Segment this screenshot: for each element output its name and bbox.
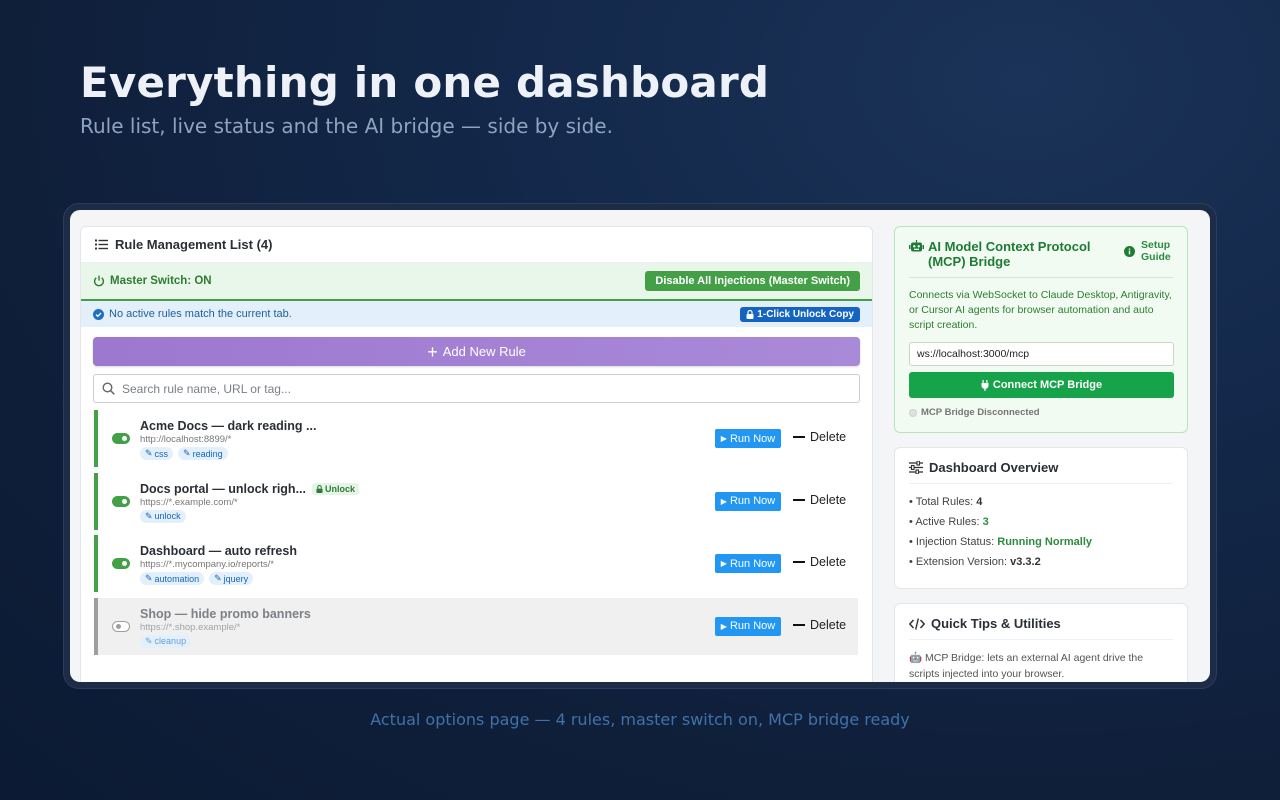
plug-icon (981, 379, 989, 391)
master-switch-bar: Master Switch: ON Disable All Injections… (81, 263, 872, 301)
code-icon (909, 617, 925, 630)
unlock-badge: Unlock (312, 482, 360, 495)
tag-icon: ✎ (145, 573, 153, 583)
add-rule-button[interactable]: + Add New Rule (93, 337, 860, 366)
mcp-description: Connects via WebSocket to Claude Desktop… (909, 289, 1172, 331)
options-page: Rule Management List (4) Master Switch: … (70, 210, 1210, 682)
list-icon (95, 239, 108, 250)
lock-icon (316, 484, 323, 493)
rule-url: https://*.example.com/* (140, 496, 238, 508)
mcp-title: AI Model Context Protocol (MCP) Bridge (928, 239, 1091, 269)
tag-badge: ✎ css (140, 447, 174, 460)
tag-badge: ✎ automation (140, 572, 205, 585)
rule-toggle[interactable] (112, 433, 130, 444)
check-circle-icon (93, 308, 104, 320)
rule-toggle[interactable] (112, 620, 130, 632)
rule-management-card: Rule Management List (4) Master Switch: … (80, 226, 873, 682)
minus-icon (793, 436, 805, 438)
run-now-button[interactable]: ▶ Run Now (715, 554, 781, 573)
power-icon (93, 275, 105, 287)
rule-toggle[interactable] (112, 495, 130, 507)
overview-stats: • Total Rules: 4 • Active Rules: 3 • Inj… (909, 496, 1173, 576)
overview-title: Dashboard Overview (929, 460, 1059, 475)
run-now-button[interactable]: ▶ Run Now (715, 616, 781, 636)
tips-text: 🤖 MCP Bridge: lets an external AI agent … (909, 652, 1144, 680)
info-text: No active rules match the current tab. (109, 308, 292, 320)
robot-icon (909, 240, 924, 252)
connect-mcp-button[interactable]: Connect MCP Bridge (909, 372, 1174, 398)
rule-url: https://*.mycompany.io/reports/* (140, 559, 274, 570)
rule-row: Acme Docs — dark reading ... http://loca… (94, 410, 858, 467)
rule-panel-header: Rule Management List (4) (81, 227, 872, 263)
run-now-button[interactable]: ▶ Run Now (715, 429, 781, 448)
rule-row: Docs portal — unlock righ... Unlock http… (94, 472, 858, 530)
status-dot-icon (909, 408, 917, 417)
plus-icon: + (427, 341, 438, 362)
websocket-url-input[interactable] (909, 342, 1174, 366)
rule-row: Dashboard — auto refresh https://*.mycom… (94, 535, 858, 592)
rule-toggle[interactable] (112, 558, 130, 569)
master-switch-label: Master Switch: ON (110, 275, 212, 287)
play-icon: ▶ (720, 434, 727, 443)
minus-icon (793, 561, 805, 563)
minus-icon (793, 498, 805, 501)
tag-icon: ✎ (145, 448, 153, 458)
play-icon: ▶ (720, 621, 727, 631)
caption: Actual options page — 4 rules, master sw… (370, 710, 910, 729)
tag-icon: ✎ (183, 448, 191, 458)
tag-icon: ✎ (145, 635, 153, 646)
tag-badge: ✎ cleanup (140, 634, 192, 648)
stat-version: • Extension Version: v3.3.2 (909, 556, 1041, 568)
rule-row: Shop — hide promo banners https://*.shop… (94, 597, 858, 655)
search-box (93, 374, 860, 403)
rule-name: Dashboard — auto refresh (140, 544, 297, 558)
rule-name: Docs portal — unlock righ... (140, 481, 306, 496)
sliders-icon (909, 461, 923, 474)
mcp-status: MCP Bridge Disconnected (909, 407, 1173, 418)
rule-url: http://localhost:8899/* (140, 434, 232, 445)
delete-button[interactable]: Delete (793, 493, 846, 507)
delete-button[interactable]: Delete (793, 430, 846, 444)
setup-guide-link[interactable]: Setup Guide (1124, 239, 1173, 263)
rule-list: Acme Docs — dark reading ... http://loca… (94, 410, 858, 655)
rule-panel-title: Rule Management List (4) (115, 237, 273, 252)
dashboard-overview-card: Dashboard Overview • Total Rules: 4 • Ac… (894, 447, 1188, 589)
hero-title: Everything in one dashboard (80, 58, 770, 107)
tips-title: Quick Tips & Utilities (931, 616, 1061, 631)
stat-total: • Total Rules: 4 (909, 496, 983, 508)
tag-badge: ✎ unlock (140, 509, 186, 523)
tag-badge: ✎ jquery (209, 572, 254, 585)
quick-tips-card: Quick Tips & Utilities 🤖 MCP Bridge: let… (894, 603, 1188, 682)
mcp-bridge-card: AI Model Context Protocol (MCP) Bridge S… (894, 226, 1188, 433)
info-bar: No active rules match the current tab. 1… (81, 301, 872, 327)
tag-icon: ✎ (145, 510, 153, 521)
tag-badge: ✎ reading (178, 447, 228, 460)
tag-icon: ✎ (214, 573, 222, 583)
search-icon (102, 382, 115, 395)
rule-name: Acme Docs — dark reading ... (140, 419, 317, 433)
play-icon: ▶ (720, 559, 727, 568)
info-icon (1124, 245, 1135, 257)
minus-icon (793, 623, 805, 626)
delete-button[interactable]: Delete (793, 555, 846, 569)
play-icon: ▶ (720, 496, 727, 506)
unlock-copy-button[interactable]: 1-Click Unlock Copy (740, 306, 860, 322)
delete-button[interactable]: Delete (793, 618, 846, 632)
hero-subtitle: Rule list, live status and the AI bridge… (80, 114, 613, 138)
stat-active: • Active Rules: 3 (909, 516, 989, 528)
run-now-button[interactable]: ▶ Run Now (715, 491, 781, 511)
lock-icon (746, 309, 754, 319)
rule-url: https://*.shop.example/* (140, 621, 241, 633)
disable-all-button[interactable]: Disable All Injections (Master Switch) (645, 271, 860, 291)
stat-injection: • Injection Status: Running Normally (909, 536, 1092, 548)
rule-name: Shop — hide promo banners (140, 606, 311, 621)
search-input[interactable] (122, 381, 822, 396)
